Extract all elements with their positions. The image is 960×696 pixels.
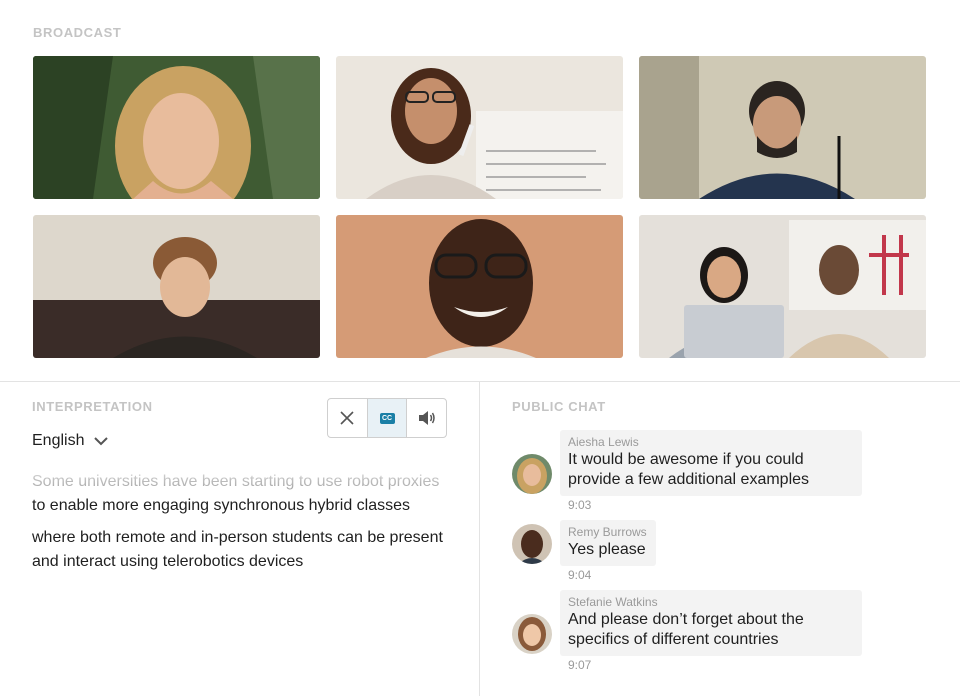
interpretation-label: INTERPRETATION bbox=[32, 399, 153, 414]
transcript-line: Some universities have been starting to … bbox=[32, 470, 462, 494]
transcript-segment: Some universities have been starting to … bbox=[32, 470, 462, 518]
video-tile-participant-2[interactable] bbox=[336, 56, 623, 199]
language-value: English bbox=[32, 432, 85, 449]
message-text: It would be awesome if you could bbox=[568, 451, 804, 468]
sender-name: Stefanie Watkins bbox=[568, 595, 658, 609]
message-text: And please don’t forget about the bbox=[568, 611, 804, 628]
chat-bubble: Stefanie Watkins And please don’t forget… bbox=[560, 590, 862, 656]
avatar[interactable] bbox=[512, 614, 552, 654]
volume-icon bbox=[418, 411, 435, 425]
video-tile-participant-3[interactable] bbox=[639, 56, 926, 199]
sender-name: Remy Burrows bbox=[568, 525, 647, 539]
avatar[interactable] bbox=[512, 454, 552, 494]
transcript-line: and interact using telerobotics devices bbox=[32, 553, 304, 570]
chevron-down-icon bbox=[94, 437, 109, 446]
chat-bubble: Remy Burrows Yes please bbox=[560, 520, 656, 566]
volume-button[interactable] bbox=[406, 399, 446, 437]
transcript-line: to enable more engaging synchronous hybr… bbox=[32, 497, 411, 514]
video-tile-participant-6[interactable] bbox=[639, 215, 926, 358]
close-button[interactable] bbox=[328, 399, 367, 437]
timestamp: 9:04 bbox=[568, 568, 592, 582]
timestamp: 9:07 bbox=[568, 658, 592, 672]
cc-icon: CC bbox=[379, 412, 395, 424]
captions-button[interactable]: CC bbox=[366, 399, 407, 437]
vertical-divider bbox=[479, 382, 480, 696]
transcript-segment: where both remote and in-person students… bbox=[32, 526, 462, 574]
avatar[interactable] bbox=[512, 524, 552, 564]
message-text: Yes please bbox=[568, 541, 646, 558]
message-text: specifics of different countries bbox=[568, 631, 779, 648]
timestamp: 9:03 bbox=[568, 498, 592, 512]
video-tile-participant-5[interactable] bbox=[336, 215, 623, 358]
broadcast-label: BROADCAST bbox=[33, 25, 122, 40]
caption-controls: CC bbox=[327, 398, 447, 438]
horizontal-divider bbox=[0, 381, 960, 382]
sender-name: Aiesha Lewis bbox=[568, 435, 639, 449]
language-dropdown[interactable]: English bbox=[32, 432, 109, 450]
chat-bubble: Aiesha Lewis It would be awesome if you … bbox=[560, 430, 862, 496]
close-icon bbox=[340, 411, 354, 425]
video-tile-participant-1[interactable] bbox=[33, 56, 320, 199]
public-chat-label: PUBLIC CHAT bbox=[512, 399, 606, 414]
message-text: provide a few additional examples bbox=[568, 471, 810, 488]
video-tile-participant-4[interactable] bbox=[33, 215, 320, 358]
transcript-line: where both remote and in-person students… bbox=[32, 529, 443, 546]
